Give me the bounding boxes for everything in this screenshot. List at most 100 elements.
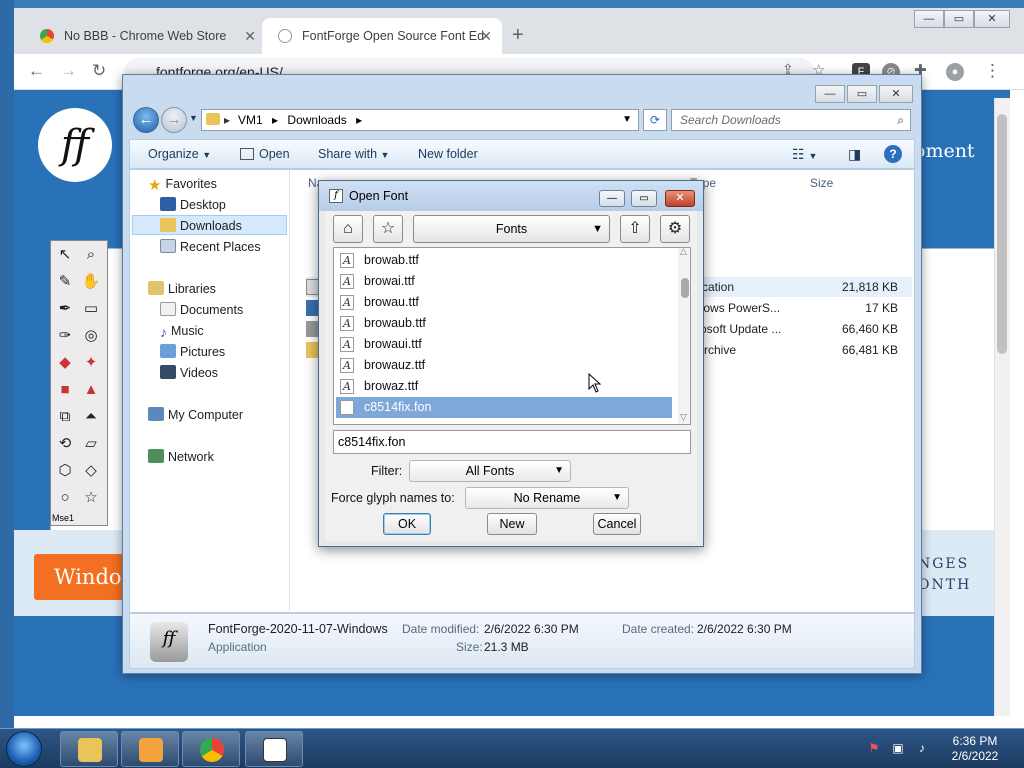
view-options-icon[interactable]: ☷ ▼	[792, 140, 817, 170]
page-heading: oment	[914, 140, 975, 162]
nav-desktop[interactable]: Desktop	[160, 195, 226, 215]
file-list-scroll-thumb[interactable]	[681, 278, 689, 298]
chevron-down-icon: ▼	[554, 465, 564, 476]
search-downloads-input[interactable]: Search Downloads ⌕	[671, 109, 911, 131]
open-font-titlebar[interactable]: f Open Font — ▭ ✕	[319, 181, 703, 211]
blank-file-icon	[340, 400, 354, 415]
explorer-close-button[interactable]: ✕	[879, 85, 913, 103]
explorer-maximize-button[interactable]: ▭	[847, 85, 877, 103]
explorer-address-bar[interactable]: ▸ VM1 ▸ Downloads ▸ ▼	[201, 109, 639, 131]
network-tray-icon[interactable]: ▣	[890, 740, 906, 756]
font-file-list[interactable]: Abrowab.ttf Abrowai.ttf Abrowau.ttf Abro…	[333, 247, 691, 425]
organize-button[interactable]: Organize ▼	[148, 140, 211, 169]
explorer-minimize-button[interactable]: —	[815, 85, 845, 103]
home-directory-button[interactable]: ⌂	[333, 215, 363, 243]
share-with-button[interactable]: Share with ▼	[318, 140, 389, 169]
list-item[interactable]: Abrowab.ttf	[336, 250, 672, 271]
preview-pane-icon[interactable]: ◨	[848, 140, 861, 168]
nav-videos[interactable]: Videos	[160, 363, 218, 383]
taskbar-fontforge[interactable]	[245, 731, 303, 767]
new-folder-button[interactable]: New folder	[418, 140, 478, 168]
new-button[interactable]: New	[487, 513, 537, 535]
ok-button[interactable]: OK	[383, 513, 431, 535]
directory-selector[interactable]: Fonts ▼	[413, 215, 610, 243]
breadcrumb-downloads[interactable]: Downloads	[287, 113, 346, 127]
refresh-icon[interactable]: ⟳	[643, 109, 667, 131]
fontforge-app-icon: f	[329, 189, 343, 203]
chevron-down-icon: ▼	[202, 150, 212, 160]
dialog-close-button[interactable]: ✕	[665, 190, 695, 207]
nav-music[interactable]: ♪ Music	[160, 321, 204, 341]
tangent-point-icon: ▲	[83, 381, 99, 398]
volume-icon[interactable]: ♪	[914, 740, 930, 756]
column-header-size[interactable]: Size	[810, 176, 833, 190]
settings-button[interactable]: ⚙	[660, 215, 690, 243]
dialog-minimize-button[interactable]: —	[599, 190, 625, 207]
dialog-maximize-button[interactable]: ▭	[631, 190, 657, 207]
start-button[interactable]	[6, 731, 42, 767]
list-item[interactable]: Abrowai.ttf	[336, 271, 672, 292]
tab-chrome-web-store[interactable]: No BBB - Chrome Web Store ✕	[24, 18, 266, 54]
history-chevron-down-icon[interactable]: ▼	[189, 113, 198, 123]
address-dropdown-icon[interactable]: ▼	[622, 110, 632, 130]
page-scrollbar-thumb[interactable]	[997, 114, 1007, 354]
new-tab-button[interactable]: +	[512, 24, 524, 47]
scroll-down-icon[interactable]: ▽	[680, 412, 687, 423]
nav-favorites[interactable]: ★ Favorites	[148, 174, 217, 194]
taskbar-chrome[interactable]	[182, 731, 240, 767]
help-icon[interactable]: ?	[884, 145, 902, 163]
hv-curve-point-icon: ✦	[84, 354, 98, 371]
list-item[interactable]: Abrowaz.ttf	[336, 376, 672, 397]
forward-button-icon[interactable]: →	[161, 107, 187, 133]
filename-input[interactable]: c8514fix.fon	[333, 430, 691, 454]
tab-close-icon[interactable]: ✕	[480, 18, 492, 54]
perspective-tool-icon: ◇	[85, 462, 97, 479]
nav-documents[interactable]: Documents	[160, 300, 243, 320]
detail-date-modified: 2/6/2022 6:30 PM	[484, 622, 579, 636]
list-item-selected[interactable]: c8514fix.fon	[336, 397, 672, 418]
chrome-minimize-button[interactable]: —	[914, 10, 944, 28]
tab-close-icon[interactable]: ✕	[244, 18, 256, 54]
nav-my-computer[interactable]: My Computer	[148, 405, 243, 425]
chrome-close-button[interactable]: ✕	[974, 10, 1010, 28]
search-icon: ⌕	[897, 113, 904, 127]
nav-libraries[interactable]: Libraries	[148, 279, 216, 299]
back-button-icon[interactable]: ←	[133, 107, 159, 133]
forward-arrow-icon[interactable]: →	[60, 61, 77, 81]
back-arrow-icon[interactable]: ←	[28, 61, 45, 81]
file-list-scrollbar[interactable]: △ ▽	[678, 248, 690, 424]
star-icon: ★	[148, 177, 162, 194]
list-item[interactable]: Abrowaub.ttf	[336, 313, 672, 334]
bookmarks-button[interactable]: ☆	[373, 215, 403, 243]
breadcrumb-vm1[interactable]: VM1	[238, 113, 263, 127]
clock-date: 2/6/2022	[951, 749, 999, 763]
parent-directory-button[interactable]: ⇧	[620, 215, 650, 243]
open-button[interactable]: Open	[240, 140, 290, 168]
tab-fontforge[interactable]: FontForge Open Source Font Ed ✕	[262, 18, 502, 54]
taskbar-explorer[interactable]	[60, 731, 118, 767]
profile-avatar-icon[interactable]: ●	[946, 63, 964, 81]
knife-tool-icon: ✒	[58, 300, 72, 317]
list-item[interactable]: Abrowauz.ttf	[336, 355, 672, 376]
filter-select[interactable]: All Fonts ▼	[409, 460, 571, 482]
list-item[interactable]: Abrowaui.ttf	[336, 334, 672, 355]
action-center-flag-icon[interactable]: ⚑	[866, 740, 882, 756]
chrome-web-store-icon	[40, 29, 54, 43]
reload-icon[interactable]: ↻	[92, 61, 106, 81]
open-label: Open	[259, 147, 290, 161]
font-file-icon: A	[340, 379, 354, 394]
list-item[interactable]: Abrowau.ttf	[336, 292, 672, 313]
detail-file-name: FontForge-2020-11-07-Windows	[208, 622, 388, 636]
network-icon	[148, 449, 164, 463]
nav-recent-places[interactable]: Recent Places	[160, 237, 261, 257]
cancel-button[interactable]: Cancel	[593, 513, 641, 535]
chrome-maximize-button[interactable]: ▭	[944, 10, 974, 28]
nav-network[interactable]: Network	[148, 447, 214, 467]
nav-downloads[interactable]: Downloads	[160, 216, 242, 236]
nav-pictures[interactable]: Pictures	[160, 342, 225, 362]
taskbar-media-player[interactable]	[121, 731, 179, 767]
chrome-menu-icon[interactable]: ⋮	[984, 61, 1001, 81]
glyph-names-select[interactable]: No Rename ▼	[465, 487, 629, 509]
scroll-up-icon[interactable]: △	[680, 248, 687, 257]
taskbar-clock[interactable]: 6:36 PM 2/6/2022	[940, 734, 1010, 764]
